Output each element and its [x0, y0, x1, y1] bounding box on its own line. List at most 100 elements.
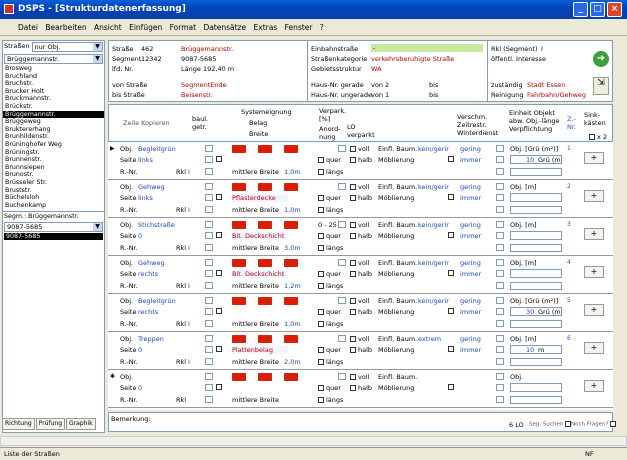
- halb-checkbox[interactable]: [350, 157, 356, 163]
- moebl-checkbox[interactable]: [448, 232, 454, 238]
- moebl-checkbox[interactable]: [448, 194, 454, 200]
- laengs-checkbox[interactable]: [318, 207, 324, 213]
- truck-icon[interactable]: [284, 373, 298, 381]
- voll-checkbox[interactable]: [350, 222, 356, 228]
- street-list-item[interactable]: Brüggemannstr.: [3, 110, 104, 119]
- menu-fenster[interactable]: Fenster: [285, 23, 313, 32]
- seg-suchen[interactable]: Seg. Suchen: [529, 421, 573, 428]
- zeit-dropdown[interactable]: [496, 232, 504, 239]
- einfl-value[interactable]: kein/gerir: [418, 221, 449, 229]
- rkl-value[interactable]: I: [188, 320, 190, 328]
- truck-icon[interactable]: [258, 259, 272, 267]
- obj-dropdown[interactable]: [205, 145, 213, 152]
- verpflichtung-field[interactable]: [510, 206, 562, 214]
- verpark-dropdown[interactable]: [338, 221, 346, 228]
- truck-icon[interactable]: [232, 221, 246, 229]
- breite-value[interactable]: 3,0m: [284, 244, 301, 252]
- street-filter-dropdown[interactable]: nur Obj. ▼: [31, 42, 103, 52]
- seite-dropdown[interactable]: [205, 232, 213, 239]
- zeit-value[interactable]: immer: [460, 346, 481, 354]
- obj-dropdown[interactable]: [205, 373, 213, 380]
- tab-richtung[interactable]: Richtung: [2, 418, 35, 430]
- obj-value[interactable]: Begleitgrün: [138, 145, 176, 153]
- verschm-dropdown[interactable]: [496, 259, 504, 266]
- rkl-value[interactable]: I: [188, 244, 190, 252]
- quer-checkbox[interactable]: [318, 157, 324, 163]
- halb-option[interactable]: halb: [350, 156, 372, 164]
- verschm-value[interactable]: gering: [460, 183, 481, 191]
- verschm-dropdown[interactable]: [496, 145, 504, 152]
- minimize-button[interactable]: _: [573, 2, 588, 17]
- street-list-item[interactable]: Brukterer­hang: [3, 126, 104, 134]
- segment-dropdown[interactable]: 9087-5685 ▼: [4, 222, 103, 233]
- truck-icon[interactable]: [232, 183, 246, 191]
- voll-checkbox[interactable]: [350, 260, 356, 266]
- zeit-dropdown[interactable]: [496, 346, 504, 353]
- close-button[interactable]: ×: [607, 2, 622, 17]
- verschm-dropdown[interactable]: [496, 373, 504, 380]
- zeit-value[interactable]: immer: [460, 156, 481, 164]
- add-sink-button[interactable]: +: [584, 152, 604, 164]
- seite-value[interactable]: links: [138, 194, 153, 202]
- einheit-field[interactable]: [510, 231, 562, 240]
- quer-checkbox[interactable]: [318, 195, 324, 201]
- einfl-value[interactable]: kein/gerir: [418, 297, 449, 305]
- street-list-item[interactable]: Brunnsiepen: [3, 164, 104, 172]
- baul-checkbox[interactable]: [216, 384, 222, 390]
- quer-checkbox[interactable]: [318, 385, 324, 391]
- truck-icon[interactable]: [232, 297, 246, 305]
- breite-value[interactable]: 1,0m: [284, 320, 301, 328]
- laengs-checkbox[interactable]: [318, 397, 324, 403]
- truck-icon[interactable]: [258, 183, 272, 191]
- x2-checkbox[interactable]: [589, 134, 595, 140]
- winter-dropdown[interactable]: [496, 282, 504, 289]
- verschm-dropdown[interactable]: [496, 335, 504, 342]
- einbahn-field[interactable]: -: [371, 44, 483, 52]
- halb-option[interactable]: halb: [350, 232, 372, 240]
- halb-checkbox[interactable]: [350, 233, 356, 239]
- truck-icon[interactable]: [258, 221, 272, 229]
- laengs-checkbox[interactable]: [318, 283, 324, 289]
- einheit-field[interactable]: [510, 193, 562, 202]
- winter-dropdown[interactable]: [496, 396, 504, 403]
- voll-option[interactable]: voll: [350, 145, 369, 153]
- street-list-item[interactable]: Bruststr.: [3, 187, 104, 195]
- rkl-dropdown[interactable]: [205, 320, 213, 327]
- zeit-value[interactable]: immer: [460, 308, 481, 316]
- verpark-value[interactable]: 0 - 25: [318, 221, 337, 229]
- voll-option[interactable]: voll: [350, 297, 369, 305]
- zeit-dropdown[interactable]: [496, 194, 504, 201]
- menu-help[interactable]: ?: [320, 23, 324, 32]
- obj-value[interactable]: Begleitgrün: [138, 297, 176, 305]
- menu-ansicht[interactable]: Ansicht: [94, 23, 122, 32]
- halb-option[interactable]: halb: [350, 194, 372, 202]
- zeit-dropdown[interactable]: [496, 270, 504, 277]
- verpflichtung-field[interactable]: [510, 320, 562, 328]
- voll-option[interactable]: voll: [350, 221, 369, 229]
- einfl-value[interactable]: kein/gerir: [418, 145, 449, 153]
- breite-value[interactable]: 1,2m: [284, 282, 301, 290]
- add-sink-button[interactable]: +: [584, 342, 604, 354]
- noch-fragen[interactable]: Noch Fragen?: [571, 421, 618, 428]
- truck-icon[interactable]: [232, 145, 246, 153]
- obj-value[interactable]: Gehweg: [138, 183, 165, 191]
- street-list-item[interactable]: Bruchstr.: [3, 80, 104, 88]
- zeit-dropdown[interactable]: [496, 384, 504, 391]
- baul-checkbox[interactable]: [216, 308, 222, 314]
- halb-option[interactable]: halb: [350, 384, 372, 392]
- add-sink-button[interactable]: +: [584, 228, 604, 240]
- verpflichtung-field[interactable]: [510, 244, 562, 252]
- moebl-checkbox[interactable]: [448, 156, 454, 162]
- rkl-dropdown[interactable]: [205, 168, 213, 175]
- halb-checkbox[interactable]: [350, 347, 356, 353]
- laengs-option[interactable]: längs: [318, 206, 343, 214]
- zeit-dropdown[interactable]: [496, 156, 504, 163]
- voll-checkbox[interactable]: [350, 184, 356, 190]
- zeit-value[interactable]: immer: [460, 194, 481, 202]
- voll-option[interactable]: voll: [350, 373, 369, 381]
- quer-checkbox[interactable]: [318, 309, 324, 315]
- segment-selected[interactable]: 9087-5685: [4, 233, 103, 241]
- verschm-value[interactable]: gering: [460, 259, 481, 267]
- voll-option[interactable]: voll: [350, 183, 369, 191]
- baul-checkbox[interactable]: [216, 270, 222, 276]
